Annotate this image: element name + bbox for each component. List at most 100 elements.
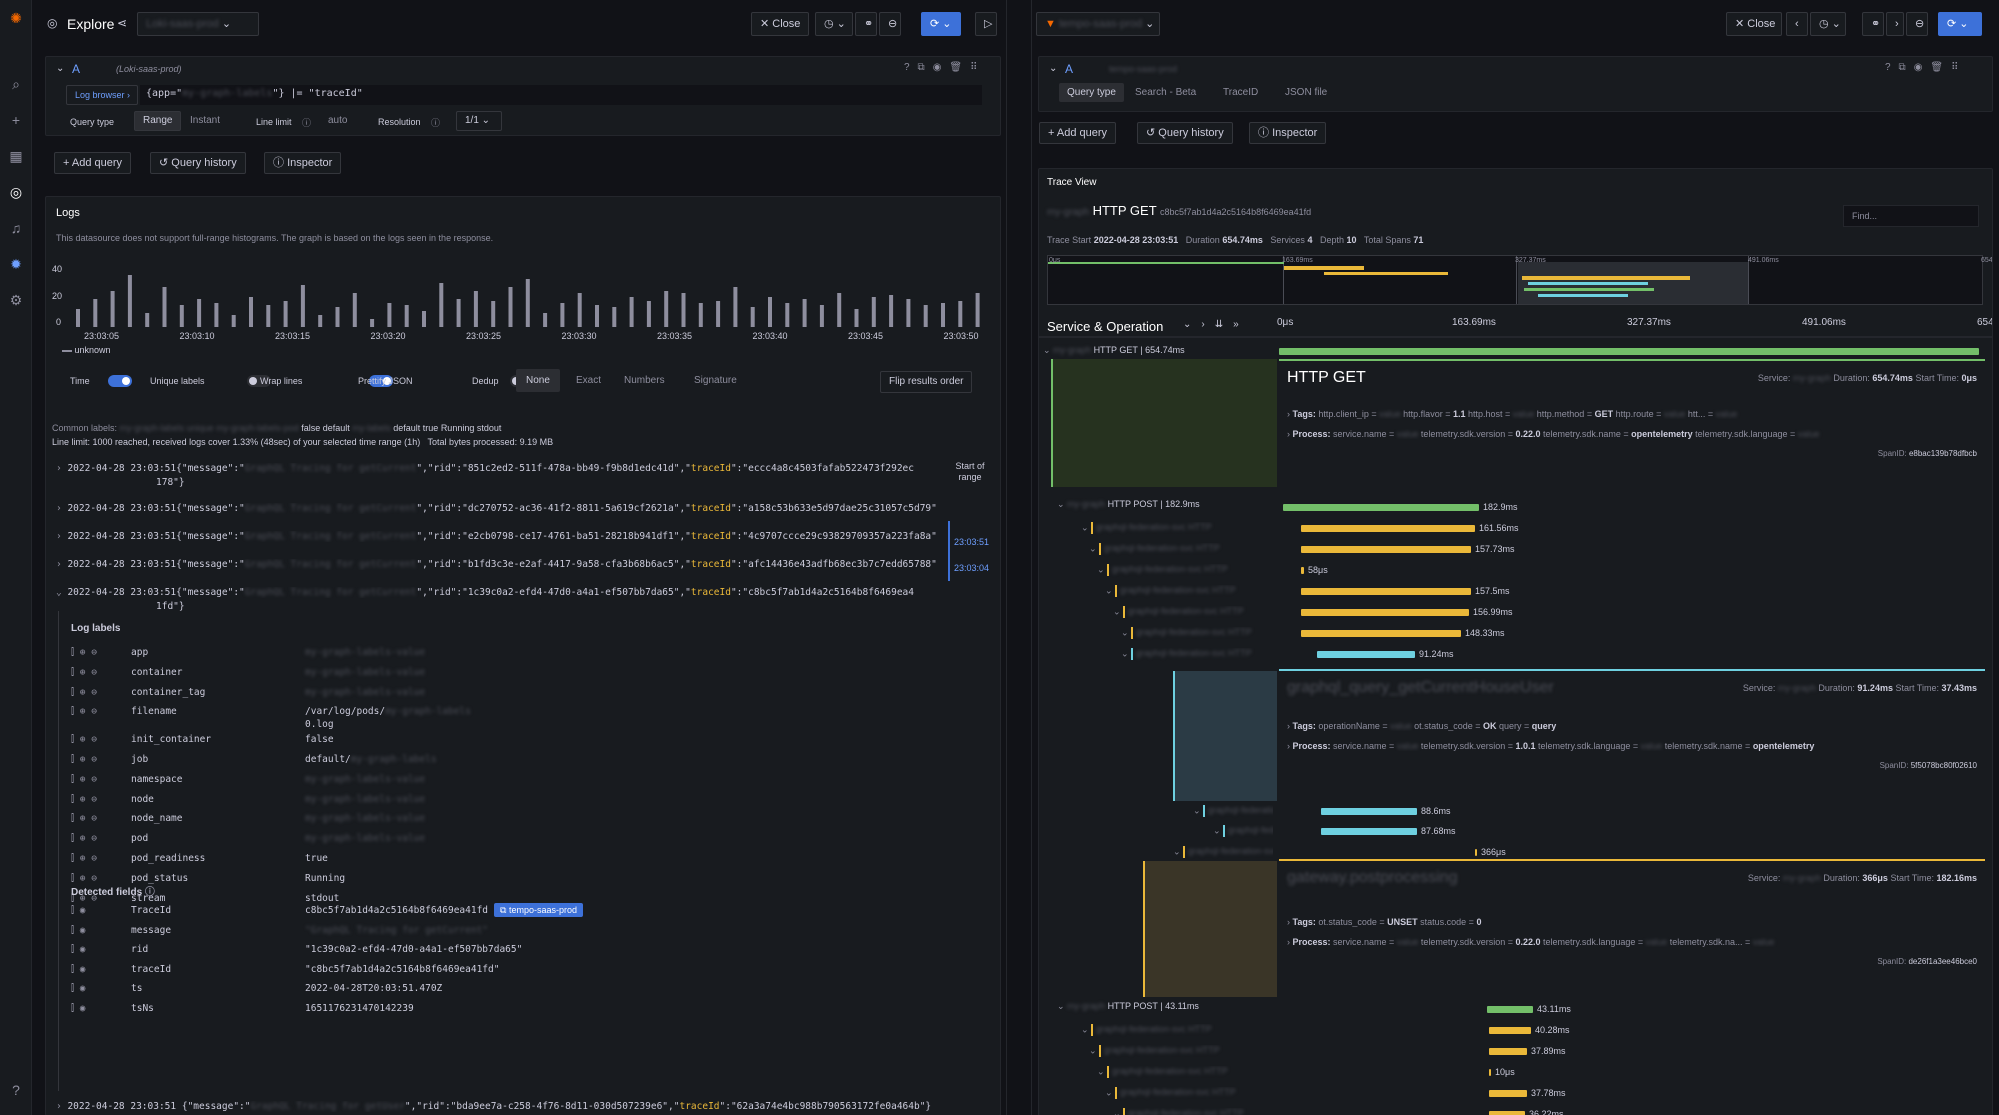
stats-filter-icons[interactable]: ⫿ ⊕ ⊖ [71, 853, 97, 864]
help-icon[interactable]: ? [8, 1082, 24, 1098]
search-icon[interactable]: ⌕ [8, 76, 24, 92]
span-row[interactable]: ⌄ graphql-federation-svc HTTP [1113, 606, 1273, 620]
expand-chevron-icon[interactable]: › [56, 531, 67, 542]
share-icon[interactable]: ⋖ [117, 16, 127, 30]
time-forward-icon[interactable]: › [1886, 12, 1904, 36]
stats-eye-icons[interactable]: ⫿ ◉ [71, 983, 85, 994]
log-browser-button[interactable]: Log browser › [66, 85, 138, 105]
collapse-chevron-icon[interactable]: ⌄ [56, 63, 64, 74]
span-row[interactable]: ⌄ graphql-federation-svc HTTP [1097, 564, 1273, 578]
expand-chevron-icon[interactable]: › [56, 503, 67, 514]
time-picker-button[interactable]: ◷ ⌄ [1810, 12, 1846, 36]
span-tags[interactable]: › Tags: ot.status_code = UNSET status.co… [1287, 917, 1977, 927]
log-row[interactable]: › 2022-04-28 23:03:51{"message":"GraphQL… [56, 463, 936, 474]
time-toggle[interactable] [108, 375, 132, 387]
collapse-chevron-icon[interactable]: ⌄ [1049, 63, 1057, 74]
datasource-picker[interactable]: ▼ tempo-saas-prod ⌄ [1036, 12, 1160, 36]
span-bar[interactable] [1301, 525, 1475, 532]
span-row[interactable]: ⌄ graphql-federation-svc HTTP [1105, 585, 1273, 599]
time-picker-button[interactable]: ◷ ⌄ [815, 12, 853, 36]
find-input[interactable]: Find... [1843, 205, 1979, 227]
dedup-numbers[interactable]: Numbers [624, 375, 665, 386]
span-bar[interactable] [1317, 651, 1415, 658]
span-row[interactable]: ⌄ graphql-federation-svc HTTP [1193, 805, 1273, 819]
dedup-exact[interactable]: Exact [576, 375, 601, 386]
query-input[interactable]: {app="my-graph-labels"} |= "traceId" [140, 85, 982, 105]
query-row-actions[interactable]: ?⧉◉🗑⠿ [904, 62, 985, 73]
span-bar[interactable] [1489, 1069, 1491, 1076]
span-row[interactable]: ⌄ graphql-federation-svc HTTP [1121, 627, 1273, 641]
stats-filter-icons[interactable]: ⫿ ⊕ ⊖ [71, 667, 97, 678]
stats-filter-icons[interactable]: ⫿ ⊕ ⊖ [71, 647, 97, 658]
inspector-button[interactable]: ⓘ Inspector [1249, 122, 1327, 144]
expand-chevron-icon[interactable]: ⌄ [56, 587, 67, 598]
stats-filter-icons[interactable]: ⫿ ⊕ ⊖ [71, 754, 97, 765]
flip-results-button[interactable]: Flip results order [880, 371, 973, 393]
stats-eye-icons[interactable]: ⫿ ◉ [71, 925, 85, 936]
zoom-out-icon[interactable]: ⊖ [879, 12, 901, 36]
stats-filter-icons[interactable]: ⫿ ⊕ ⊖ [71, 774, 97, 785]
span-bar[interactable] [1301, 546, 1471, 553]
tab-query-type[interactable]: Query type [1059, 83, 1124, 102]
line-limit-input[interactable]: auto [322, 115, 366, 126]
tab-traceid[interactable]: TraceID [1223, 87, 1258, 98]
span-bar[interactable] [1321, 828, 1417, 835]
instant-radio[interactable]: Instant [190, 115, 220, 126]
dedup-none[interactable]: None [516, 369, 560, 392]
span-row[interactable]: ⌄ graphql-federation-svc HTTP [1113, 1108, 1273, 1115]
stats-eye-icons[interactable]: ⫿ ◉ [71, 964, 85, 975]
stats-eye-icons[interactable]: ⫿ ◉ [71, 1003, 85, 1014]
datasource-picker[interactable]: Loki-saas-prod ⌄ [137, 12, 259, 36]
add-query-button[interactable]: + Add query [54, 152, 132, 174]
span-bar[interactable] [1301, 588, 1471, 595]
pane-splitter[interactable] [1006, 0, 1032, 1115]
plus-icon[interactable]: + [8, 112, 24, 128]
link-icon[interactable]: ⚭ [1862, 12, 1884, 36]
link-icon[interactable]: ⚭ [855, 12, 877, 36]
span-row[interactable]: ⌄ graphql-federation-svc HTTP [1097, 1066, 1273, 1080]
settings-gear-icon[interactable]: ⚙ [8, 292, 24, 308]
tempo-link-button[interactable]: ⧉ tempo-saas-prod [494, 903, 583, 917]
root-span-bar[interactable] [1279, 348, 1979, 355]
span-row-root[interactable]: ⌄ my-graph HTTP GET | 654.74ms [1043, 345, 1273, 356]
span-tags[interactable]: › Tags: http.client_ip = value http.flav… [1287, 409, 1977, 419]
span-bar[interactable] [1489, 1090, 1527, 1097]
span-bar[interactable] [1321, 808, 1417, 815]
log-row[interactable]: › 2022-04-28 23:03:51{"message":"GraphQL… [56, 503, 936, 514]
span-bar[interactable] [1475, 849, 1477, 856]
explore-icon[interactable]: ◎ [8, 184, 24, 200]
span-process[interactable]: › Process: service.name = value telemetr… [1287, 937, 1977, 947]
span-process[interactable]: › Process: service.name = value telemetr… [1287, 429, 1977, 439]
span-row[interactable]: ⌄ graphql-federation-svc HTTP [1089, 543, 1273, 557]
run-query-button[interactable]: ⟳ ⌄ [1938, 12, 1982, 36]
log-row[interactable]: › 2022-04-28 23:03:51 {"message":"GraphQ… [56, 1101, 936, 1112]
span-row[interactable]: ⌄ my-graph HTTP POST | 182.9ms [1057, 499, 1277, 510]
span-row[interactable]: ⌄ graphql-federation-svc HTTP [1121, 648, 1273, 662]
span-row[interactable]: ⌄ graphql-federation-svc HTTP [1105, 1087, 1273, 1101]
span-bar[interactable] [1301, 630, 1461, 637]
expand-collapse-icons[interactable]: ⌄›⇊» [1183, 319, 1249, 330]
expand-chevron-icon[interactable]: › [56, 559, 67, 570]
range-radio[interactable]: Range [134, 111, 182, 131]
stats-filter-icons[interactable]: ⫿ ⊕ ⊖ [71, 734, 97, 745]
close-pane-button[interactable]: ✕ Close [751, 12, 809, 36]
alerting-bell-icon[interactable]: ♫ [8, 220, 24, 236]
query-row-actions[interactable]: ?⧉◉🗑⠿ [1885, 62, 1966, 73]
span-row[interactable]: ⌄ graphql-federation-svc HTTP [1213, 825, 1273, 839]
span-bar[interactable] [1283, 504, 1479, 511]
live-tail-button[interactable]: ▷ [975, 12, 997, 36]
span-row[interactable]: ⌄ graphql-federation-svc HTTP [1089, 1045, 1273, 1059]
span-row[interactable]: ⌄ my-graph HTTP POST | 43.11ms [1057, 1001, 1277, 1012]
span-tags[interactable]: › Tags: operationName = value ot.status_… [1287, 721, 1977, 731]
span-bar[interactable] [1489, 1111, 1525, 1115]
add-query-button[interactable]: + Add query [1039, 122, 1117, 144]
resolution-select[interactable]: 1/1 ⌄ [456, 111, 502, 131]
expand-chevron-icon[interactable]: › [56, 463, 67, 474]
span-bar[interactable] [1489, 1048, 1527, 1055]
log-row[interactable]: › 2022-04-28 23:03:51{"message":"GraphQL… [56, 531, 936, 542]
run-query-button[interactable]: ⟳ ⌄ [921, 12, 961, 36]
span-process[interactable]: › Process: service.name = value telemetr… [1287, 741, 1977, 751]
plugin-icon[interactable]: ✹ [8, 256, 24, 272]
span-bar[interactable] [1301, 609, 1469, 616]
log-row[interactable]: › 2022-04-28 23:03:51{"message":"GraphQL… [56, 559, 936, 570]
